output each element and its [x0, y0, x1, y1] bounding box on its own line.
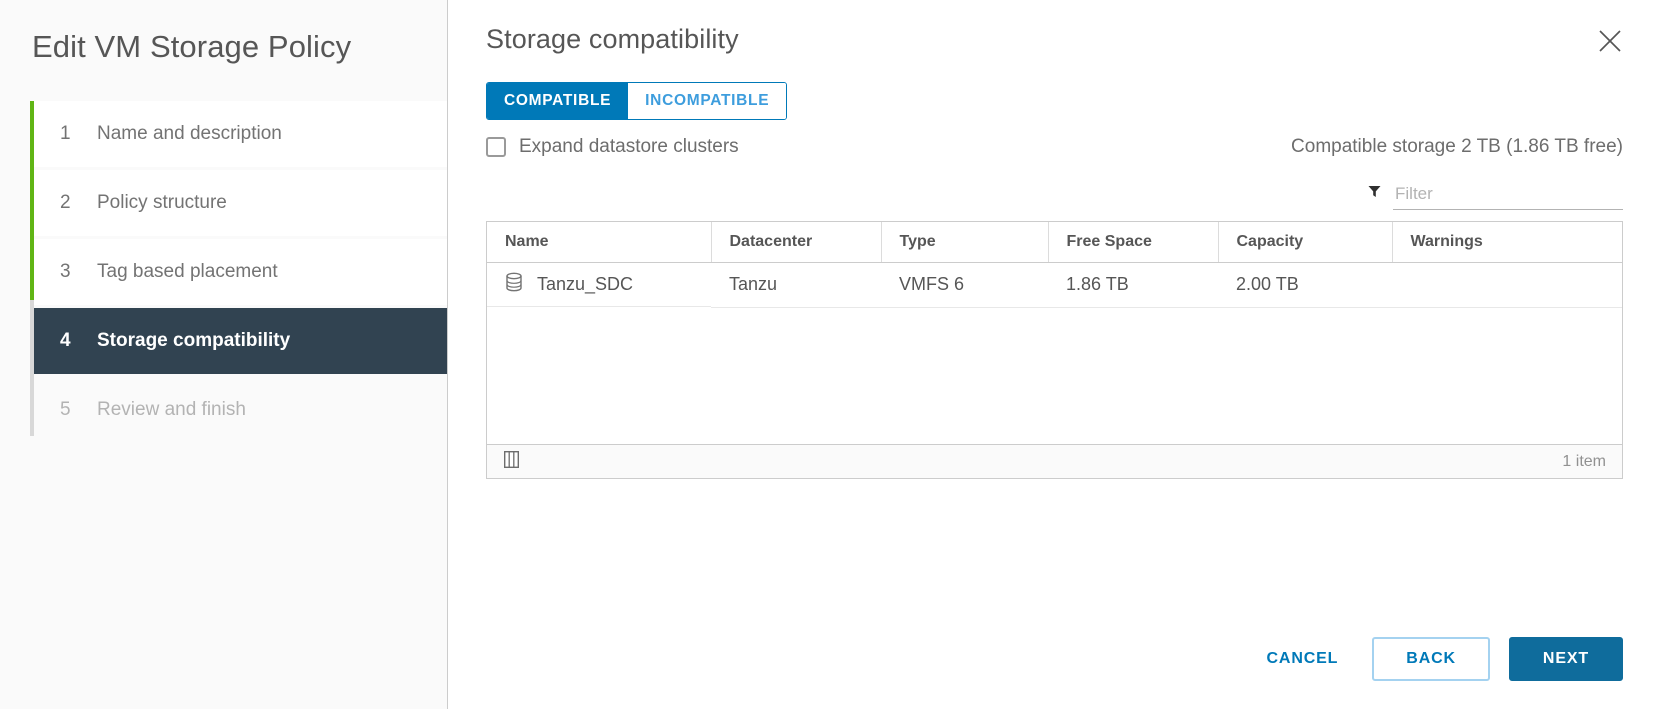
step-number: 4	[60, 330, 71, 352]
column-header-free-space[interactable]: Free Space	[1048, 222, 1219, 263]
step-label: Policy structure	[97, 192, 227, 214]
pane-content: COMPATIBLE INCOMPATIBLE Expand datastore…	[448, 55, 1663, 479]
cancel-button[interactable]: CANCEL	[1253, 640, 1353, 678]
step-number: 5	[60, 399, 71, 421]
wizard-content-pane: Storage compatibility COMPATIBLE INCOMPA…	[448, 0, 1663, 709]
column-picker-icon[interactable]	[503, 450, 520, 473]
cell-capacity: 2.00 TB	[1218, 262, 1392, 308]
tab-compatible[interactable]: COMPATIBLE	[487, 83, 629, 119]
column-header-datacenter[interactable]: Datacenter	[711, 222, 882, 263]
table-footer: 1 item	[487, 444, 1622, 478]
table-empty-area	[487, 307, 1622, 444]
datastore-table-grid: Name Datacenter Type Free Space Capacity…	[487, 222, 1622, 308]
step-label: Review and finish	[97, 399, 246, 421]
step-number: 2	[60, 192, 71, 214]
wizard-steps: 1 Name and description 2 Policy structur…	[0, 101, 447, 444]
cell-datacenter: Tanzu	[711, 262, 881, 308]
step-label: Storage compatibility	[97, 330, 291, 352]
tab-incompatible[interactable]: INCOMPATIBLE	[628, 83, 787, 119]
step-label: Name and description	[97, 123, 282, 145]
cell-type: VMFS 6	[881, 262, 1048, 308]
back-button[interactable]: BACK	[1372, 637, 1490, 681]
column-header-type[interactable]: Type	[881, 222, 1049, 263]
step-number: 3	[60, 261, 71, 283]
compatibility-toggle-group: COMPATIBLE INCOMPATIBLE	[486, 82, 788, 120]
column-header-warnings[interactable]: Warnings	[1392, 222, 1622, 263]
cell-free-space: 1.86 TB	[1048, 262, 1218, 308]
cell-warnings	[1392, 262, 1622, 308]
sidebar-step-review-and-finish[interactable]: 5 Review and finish	[34, 377, 447, 444]
item-count: 1 item	[1562, 452, 1606, 470]
funnel-icon[interactable]	[1368, 185, 1381, 203]
expand-datastore-clusters-row: Expand datastore clusters Compatible sto…	[486, 136, 1623, 158]
wizard-sidebar: Edit VM Storage Policy 1 Name and descri…	[0, 0, 448, 709]
cell-name-text: Tanzu_SDC	[537, 274, 634, 294]
compatible-storage-summary: Compatible storage 2 TB (1.86 TB free)	[1291, 136, 1623, 157]
datastore-table: Name Datacenter Type Free Space Capacity…	[486, 221, 1623, 479]
filter-input[interactable]	[1393, 182, 1623, 210]
datastore-icon	[505, 272, 523, 297]
sidebar-step-storage-compatibility[interactable]: 4 Storage compatibility	[34, 308, 447, 375]
sidebar-step-policy-structure[interactable]: 2 Policy structure	[34, 170, 447, 237]
table-header-row: Name Datacenter Type Free Space Capacity…	[487, 222, 1622, 263]
sidebar-step-tag-based-placement[interactable]: 3 Tag based placement	[34, 239, 447, 306]
dialog-actions: CANCEL BACK NEXT	[1253, 637, 1623, 681]
cell-name: Tanzu_SDC	[487, 263, 711, 307]
edit-vm-storage-policy-dialog: Edit VM Storage Policy 1 Name and descri…	[0, 0, 1663, 709]
expand-datastore-clusters-label: Expand datastore clusters	[519, 136, 739, 157]
pane-header: Storage compatibility	[448, 0, 1663, 55]
step-number: 1	[60, 123, 71, 145]
step-label: Tag based placement	[97, 261, 278, 283]
wizard-title: Edit VM Storage Policy	[32, 29, 352, 64]
sidebar-step-name-and-description[interactable]: 1 Name and description	[34, 101, 447, 168]
column-header-name[interactable]: Name	[487, 222, 712, 263]
next-button[interactable]: NEXT	[1508, 637, 1623, 681]
column-header-capacity[interactable]: Capacity	[1218, 222, 1393, 263]
filter-row	[486, 182, 1623, 210]
page-title: Storage compatibility	[486, 24, 739, 54]
close-icon[interactable]	[1593, 24, 1627, 58]
table-row[interactable]: Tanzu_SDC Tanzu VMFS 6 1.86 TB 2.00 TB	[487, 262, 1622, 308]
expand-datastore-clusters-checkbox[interactable]	[486, 137, 506, 157]
